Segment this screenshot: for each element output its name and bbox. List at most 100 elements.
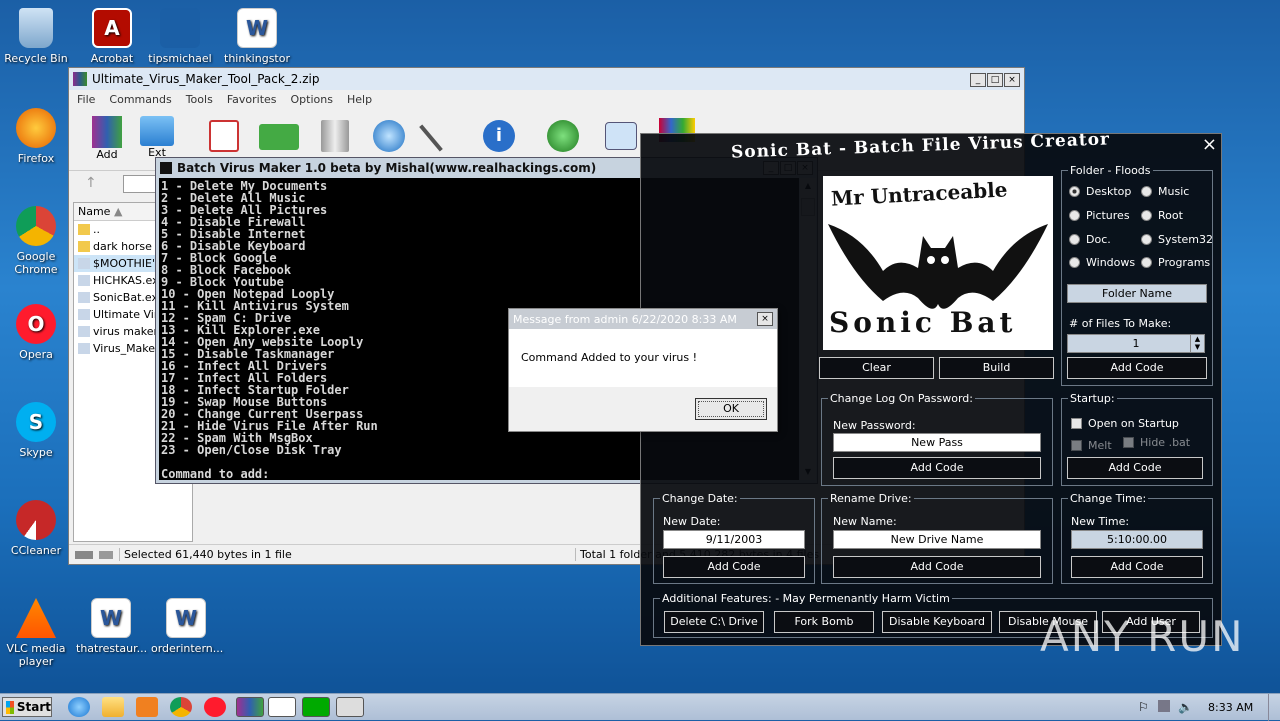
radio-desktop[interactable]: Desktop xyxy=(1069,185,1131,198)
logo-bottom-text: Sonic Bat xyxy=(829,306,1017,339)
rename-drive-legend: Rename Drive: xyxy=(830,492,912,505)
new-password-input[interactable]: New Pass xyxy=(833,433,1041,452)
change-date-legend: Change Date: xyxy=(662,492,738,505)
info-icon[interactable]: i xyxy=(483,120,515,152)
clear-button[interactable]: Clear xyxy=(819,357,934,379)
status-left: Selected 61,440 bytes in 1 file xyxy=(119,548,569,561)
sonicbat-taskbar-icon[interactable] xyxy=(268,697,296,717)
menu-commands[interactable]: Commands xyxy=(109,93,171,107)
view-icon[interactable] xyxy=(259,124,299,150)
new-drive-name-input[interactable]: New Drive Name xyxy=(833,530,1041,549)
open-on-startup-checkbox[interactable]: Open on Startup xyxy=(1071,417,1179,430)
desktop-icon-acrobat[interactable]: A Acrobat xyxy=(77,8,147,65)
desktop-icon-recycle-bin[interactable]: Recycle Bin xyxy=(1,8,71,65)
tray-flag-icon[interactable]: ⚐ xyxy=(1138,700,1149,714)
close-button[interactable]: × xyxy=(1202,134,1217,155)
start-button[interactable]: Start xyxy=(2,697,52,717)
radio-system32[interactable]: System32 xyxy=(1141,233,1213,246)
radio-pictures[interactable]: Pictures xyxy=(1069,209,1130,222)
time-add-code-button[interactable]: Add Code xyxy=(1071,556,1203,578)
desktop-icon-firefox[interactable]: Firefox xyxy=(1,108,71,165)
folder-add-code-button[interactable]: Add Code xyxy=(1067,357,1207,379)
menu-file[interactable]: File xyxy=(77,93,95,107)
minimize-button[interactable]: _ xyxy=(970,72,986,87)
melt-checkbox[interactable]: Melt xyxy=(1071,439,1112,452)
winrar-menubar: File Commands Tools Favorites Options He… xyxy=(69,90,1024,110)
desktop-icon-skype[interactable]: S Skype xyxy=(1,402,71,459)
ok-button[interactable]: OK xyxy=(695,398,767,420)
radio-windows[interactable]: Windows xyxy=(1069,256,1135,269)
winrar-taskbar-icon[interactable] xyxy=(236,697,264,717)
word-doc-icon: W xyxy=(91,598,131,638)
firefox-icon xyxy=(16,108,56,148)
radio-doc[interactable]: Doc. xyxy=(1069,233,1111,246)
hide-bat-checkbox[interactable]: Hide .bat xyxy=(1123,436,1190,449)
opera-taskbar-icon[interactable] xyxy=(204,697,226,717)
checkbox-label: Melt xyxy=(1088,439,1112,452)
acrobat-icon: A xyxy=(92,8,132,48)
fork-bomb-button[interactable]: Fork Bomb xyxy=(774,611,874,633)
ie-taskbar-icon[interactable] xyxy=(68,697,90,717)
desktop-icon-tipsmichael[interactable]: tipsmichael xyxy=(145,8,215,65)
media-player-taskbar-icon[interactable] xyxy=(136,697,158,717)
disable-keyboard-button[interactable]: Disable Keyboard xyxy=(882,611,992,633)
chrome-icon xyxy=(16,206,56,246)
menu-tools[interactable]: Tools xyxy=(186,93,213,107)
stepper-arrows-icon[interactable]: ▲ ▼ xyxy=(1190,335,1204,352)
startup-add-code-button[interactable]: Add Code xyxy=(1067,457,1203,479)
toolbar-extract-button[interactable]: Ext xyxy=(139,116,175,159)
desktop-icon-ccleaner[interactable]: CCleaner xyxy=(1,500,71,557)
logon-add-code-button[interactable]: Add Code xyxy=(833,457,1041,479)
winrar-app-icon xyxy=(73,72,87,86)
test-icon[interactable] xyxy=(209,120,239,152)
folder-name-field[interactable]: Folder Name xyxy=(1067,284,1207,303)
additional-features-legend: Additional Features: - May Permenantly H… xyxy=(662,592,950,605)
console-title: Batch Virus Maker 1.0 beta by Mishal(www… xyxy=(177,160,597,175)
new-time-input[interactable]: 5:10:00.00 xyxy=(1071,530,1203,549)
drive-add-code-button[interactable]: Add Code xyxy=(833,556,1041,578)
startup-legend: Startup: xyxy=(1070,392,1115,405)
tray-network-icon[interactable] xyxy=(1158,700,1170,712)
radio-root[interactable]: Root xyxy=(1141,209,1183,222)
comment-icon[interactable] xyxy=(605,122,637,150)
explorer-taskbar-icon[interactable] xyxy=(102,697,124,717)
desktop-icon-opera[interactable]: O Opera xyxy=(1,304,71,361)
virus-scan-icon[interactable] xyxy=(547,120,579,152)
maximize-button[interactable]: □ xyxy=(987,72,1003,87)
delete-icon[interactable] xyxy=(321,120,349,152)
key-icon xyxy=(99,550,113,559)
date-add-code-button[interactable]: Add Code xyxy=(663,556,805,578)
toolbar-add-button[interactable]: Add xyxy=(89,116,125,161)
radio-music[interactable]: Music xyxy=(1141,185,1189,198)
close-button[interactable]: × xyxy=(757,312,773,326)
window-taskbar-icon[interactable] xyxy=(336,697,364,717)
wizard-icon[interactable] xyxy=(419,124,443,152)
cmd-taskbar-icon[interactable] xyxy=(302,697,330,717)
desktop-icon-chrome[interactable]: Google Chrome xyxy=(1,206,71,276)
radio-icon xyxy=(1069,210,1080,221)
desktop-icon-orderintern[interactable]: W orderintern... xyxy=(151,598,223,655)
windows-logo-icon xyxy=(6,700,14,714)
delete-c-drive-button[interactable]: Delete C:\ Drive xyxy=(664,611,764,633)
chrome-taskbar-icon[interactable] xyxy=(170,697,192,717)
tray-volume-icon[interactable]: 🔈 xyxy=(1178,700,1193,714)
find-icon[interactable] xyxy=(373,120,405,152)
new-date-input[interactable]: 9/11/2003 xyxy=(663,530,805,549)
desktop-icon-thinkingstor[interactable]: W thinkingstor xyxy=(222,8,292,65)
menu-help[interactable]: Help xyxy=(347,93,372,107)
up-arrow-icon[interactable]: ↑ xyxy=(85,175,97,191)
close-button[interactable]: × xyxy=(1004,72,1020,87)
build-button[interactable]: Build xyxy=(939,357,1054,379)
menu-favorites[interactable]: Favorites xyxy=(227,93,277,107)
desktop-icon-thatrestaur[interactable]: W thatrestaur... xyxy=(76,598,147,655)
file-name: dark horse tr xyxy=(93,240,165,253)
files-to-make-stepper[interactable]: 1 ▲ ▼ xyxy=(1067,334,1205,353)
radio-programs[interactable]: Programs xyxy=(1141,256,1210,269)
clock[interactable]: 8:33 AM xyxy=(1208,701,1253,714)
message-title: Message from admin 6/22/2020 8:33 AM xyxy=(513,312,737,326)
menu-options[interactable]: Options xyxy=(291,93,333,107)
radio-label: System32 xyxy=(1158,233,1214,246)
desktop-icon-vlc[interactable]: VLC media player xyxy=(1,598,71,668)
show-desktop-button[interactable] xyxy=(1268,694,1280,721)
recycle-bin-icon xyxy=(19,8,53,48)
